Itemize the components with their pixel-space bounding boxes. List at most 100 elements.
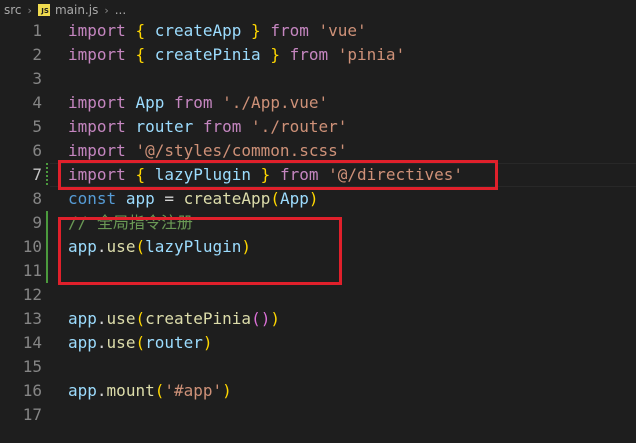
code-line[interactable]: const app = createApp(App) bbox=[68, 187, 319, 211]
highlight-box-directive-registration bbox=[58, 217, 342, 285]
line-number[interactable]: 13 bbox=[2, 307, 42, 331]
code-token: createPinia bbox=[145, 45, 271, 64]
code-token: from bbox=[173, 93, 213, 112]
code-token: app bbox=[68, 333, 97, 352]
code-token: createApp bbox=[145, 21, 252, 40]
line-number[interactable]: 12 bbox=[2, 283, 42, 307]
line-number[interactable]: 3 bbox=[2, 67, 42, 91]
code-token: . bbox=[96, 333, 107, 352]
code-line[interactable]: app.use(createPinia()) bbox=[68, 307, 280, 331]
line-number[interactable]: 1 bbox=[2, 19, 42, 43]
code-token: './App.vue' bbox=[222, 93, 329, 112]
code-token: ( bbox=[154, 381, 165, 400]
line-number[interactable]: 4 bbox=[2, 91, 42, 115]
code-token: App bbox=[279, 189, 309, 208]
code-token: ) bbox=[202, 333, 213, 352]
code-token: from bbox=[289, 45, 329, 64]
line-number[interactable]: 16 bbox=[2, 379, 42, 403]
code-token: ( bbox=[251, 309, 261, 328]
code-token: ) bbox=[222, 381, 232, 400]
code-token: 'vue' bbox=[318, 21, 367, 40]
code-editor[interactable]: 1 2 3 4 5 6 7 8 9 10 11 12 13 14 15 16 17 import { creat… bbox=[0, 19, 636, 443]
git-modified-indicator[interactable] bbox=[46, 163, 48, 187]
git-added-indicator[interactable] bbox=[46, 211, 48, 283]
code-token: = bbox=[154, 189, 184, 208]
code-token: ( bbox=[270, 189, 280, 208]
code-token: router bbox=[145, 333, 203, 352]
line-number[interactable]: 7 bbox=[2, 163, 42, 187]
code-token: from bbox=[202, 117, 242, 136]
code-token: ) bbox=[308, 189, 319, 208]
code-token: import bbox=[68, 21, 126, 40]
code-token: ) bbox=[260, 309, 271, 328]
line-number[interactable]: 2 bbox=[2, 43, 42, 67]
code-token: import bbox=[68, 93, 126, 112]
code-token: . bbox=[96, 309, 107, 328]
code-token: { bbox=[135, 45, 146, 64]
line-number[interactable]: 15 bbox=[2, 355, 42, 379]
code-line[interactable]: app.mount('#app') bbox=[68, 379, 232, 403]
line-number[interactable]: 6 bbox=[2, 139, 42, 163]
code-token: app bbox=[68, 381, 97, 400]
breadcrumb-symbol[interactable]: ... bbox=[115, 3, 126, 17]
code-token: ) bbox=[270, 309, 280, 328]
line-number[interactable]: 10 bbox=[2, 235, 42, 259]
line-number[interactable]: 9 bbox=[2, 211, 42, 235]
code-token: } bbox=[251, 21, 261, 40]
code-line[interactable]: import { createApp } from 'vue' bbox=[68, 19, 367, 43]
code-token: use bbox=[106, 333, 136, 352]
code-line[interactable]: import { createPinia } from 'pinia' bbox=[68, 43, 405, 67]
chevron-right-icon: › bbox=[27, 3, 32, 17]
line-number[interactable]: 17 bbox=[2, 403, 42, 427]
code-line[interactable]: app.use(router) bbox=[68, 331, 213, 355]
breadcrumb-file[interactable]: main.js bbox=[55, 3, 98, 17]
code-token: './router' bbox=[251, 117, 348, 136]
code-line[interactable]: import App from './App.vue' bbox=[68, 91, 328, 115]
line-number[interactable]: 5 bbox=[2, 115, 42, 139]
code-token: const bbox=[68, 189, 117, 208]
code-token: App bbox=[135, 93, 165, 112]
highlight-box-import bbox=[58, 160, 498, 190]
line-number[interactable]: 11 bbox=[2, 259, 42, 283]
code-token: createPinia bbox=[145, 309, 252, 328]
code-token: from bbox=[270, 21, 309, 40]
line-number-gutter[interactable]: 1 2 3 4 5 6 7 8 9 10 11 12 13 14 15 16 17 bbox=[0, 19, 50, 443]
code-token: ( bbox=[135, 309, 146, 328]
code-token: router bbox=[135, 117, 194, 136]
line-number[interactable]: 14 bbox=[2, 331, 42, 355]
code-token: ( bbox=[135, 333, 146, 352]
code-token: '#app' bbox=[164, 381, 223, 400]
breadcrumb: src › JS main.js › ... bbox=[0, 0, 636, 20]
code-token: } bbox=[270, 45, 280, 64]
code-token: . bbox=[96, 381, 107, 400]
code-token: use bbox=[106, 309, 136, 328]
javascript-file-icon: JS bbox=[37, 4, 50, 16]
code-token: 'pinia' bbox=[337, 45, 406, 64]
code-token: import bbox=[68, 141, 126, 160]
code-token: mount bbox=[106, 381, 155, 400]
code-token: app bbox=[68, 309, 97, 328]
line-number[interactable]: 8 bbox=[2, 187, 42, 211]
breadcrumb-folder[interactable]: src bbox=[4, 3, 22, 17]
code-token: import bbox=[68, 45, 126, 64]
code-token: createApp bbox=[183, 189, 271, 208]
code-line[interactable]: import router from './router' bbox=[68, 115, 347, 139]
code-token: '@/styles/common.scss' bbox=[135, 141, 348, 160]
code-token: app bbox=[125, 189, 155, 208]
chevron-right-icon: › bbox=[104, 3, 109, 17]
code-token: import bbox=[68, 117, 126, 136]
